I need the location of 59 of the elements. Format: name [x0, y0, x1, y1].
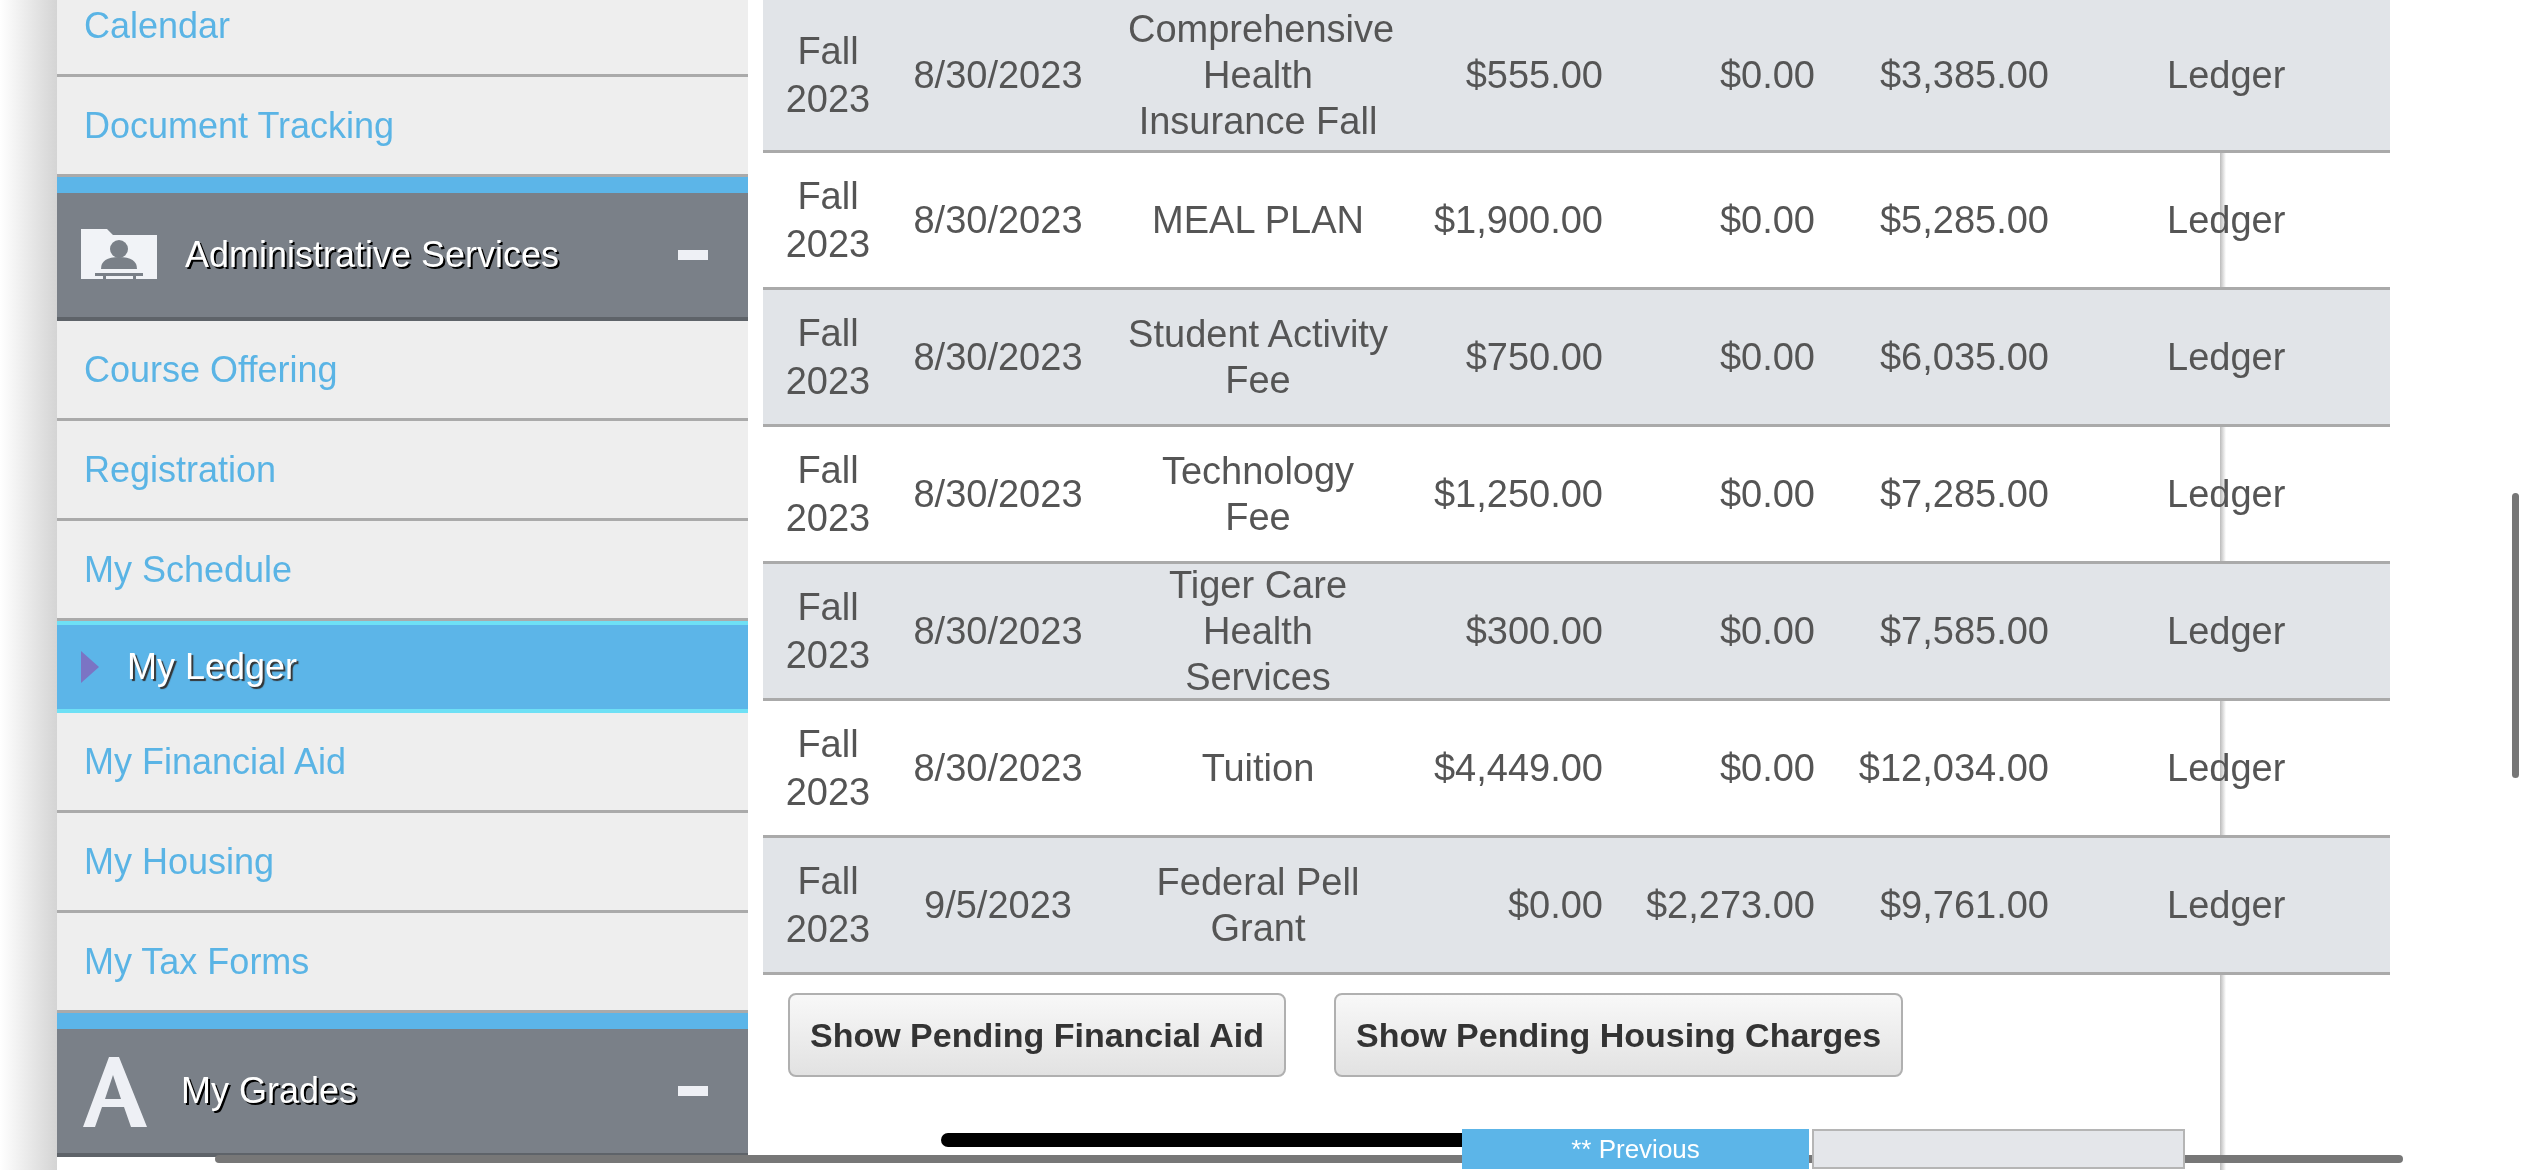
date-cell-text: 8/30/2023 [912, 471, 1084, 517]
section-title: Administrative Services [185, 233, 561, 277]
ledger-link[interactable]: Ledger [2167, 876, 2286, 934]
payment-cell-text: $0.00 [1718, 334, 1815, 380]
charge-cell-text: $0.00 [1506, 882, 1603, 928]
term-cell-text: Fall 2023 [784, 29, 872, 122]
date-cell-text: 8/30/2023 [912, 197, 1084, 243]
ledger-link[interactable]: Ledger [2167, 739, 2286, 797]
charge-cell-text: $1,900.00 [1432, 197, 1603, 243]
sidebar-link[interactable]: My Ledger [57, 621, 748, 713]
pending-button[interactable]: Show Pending Housing Charges [1334, 993, 1904, 1077]
balance-cell-text: $6,035.00 [1878, 334, 2049, 380]
previous-button[interactable]: ** Previous [1462, 1129, 1809, 1169]
balance-cell-text: $5,285.00 [1878, 197, 2049, 243]
balance-cell-text: $3,385.00 [1878, 52, 2049, 98]
charge-cell-text: $750.00 [1464, 334, 1603, 380]
description-cell-text: MEAL PLAN [1151, 198, 1365, 243]
date-cell-text: 8/30/2023 [912, 334, 1084, 380]
ledger-link[interactable]: Ledger [2167, 328, 2286, 386]
charge-cell-text: $300.00 [1464, 608, 1603, 654]
payment-cell-text: $0.00 [1718, 197, 1815, 243]
term-cell-text: Fall 2023 [784, 859, 872, 952]
charge-cell-text: $4,449.00 [1432, 745, 1603, 791]
ledger-link[interactable]: Ledger [2167, 46, 2286, 104]
date-cell-text: 8/30/2023 [912, 608, 1084, 654]
term-cell-text: Fall 2023 [784, 585, 872, 678]
charge-cell-text: $555.00 [1464, 52, 1603, 98]
description-cell-text: Comprehensive Health Insurance Fall [1127, 7, 1396, 144]
date-cell-text: 8/30/2023 [912, 52, 1084, 98]
date-cell-text: 9/5/2023 [923, 882, 1073, 928]
ledger-link[interactable]: Ledger [2167, 602, 2286, 660]
term-cell-text: Fall 2023 [784, 311, 872, 404]
payment-cell-text: $0.00 [1718, 52, 1815, 98]
balance-cell-text: $9,761.00 [1878, 882, 2049, 928]
balance-cell-text: $7,585.00 [1878, 608, 2049, 654]
description-cell-text: Technology Fee [1160, 449, 1356, 540]
term-cell-text: Fall 2023 [784, 174, 872, 267]
date-cell-text: 8/30/2023 [912, 745, 1084, 791]
balance-cell-text: $12,034.00 [1857, 745, 2049, 791]
payment-cell-text: $0.00 [1718, 608, 1815, 654]
term-cell-text: Fall 2023 [784, 722, 872, 815]
payment-cell-text: $0.00 [1718, 471, 1815, 517]
term-cell-text: Fall 2023 [784, 448, 872, 541]
section-header[interactable]: My Grades [57, 1013, 748, 1157]
vertical-scrollbar[interactable] [2512, 493, 2519, 778]
section-title: My Grades [181, 1069, 359, 1113]
section-header[interactable]: Administrative Services [57, 177, 748, 321]
balance-cell-text: $7,285.00 [1878, 471, 2049, 517]
pending-button[interactable]: Show Pending Financial Aid [788, 993, 1286, 1077]
description-cell-text: Federal Pell Grant [1155, 860, 1361, 951]
description-cell-text: Tuition [1200, 746, 1316, 791]
payment-cell-text: $2,273.00 [1644, 882, 1815, 928]
description-cell-text: Tiger Care Health Services [1167, 563, 1349, 700]
payment-cell-text: $0.00 [1718, 745, 1815, 791]
charge-cell-text: $1,250.00 [1432, 471, 1603, 517]
ledger-link[interactable]: Ledger [2167, 191, 2286, 249]
description-cell-text: Student Activity Fee [1127, 312, 1389, 403]
triangle-pointer-icon [81, 651, 99, 683]
ledger-link[interactable]: Ledger [2167, 465, 2286, 523]
